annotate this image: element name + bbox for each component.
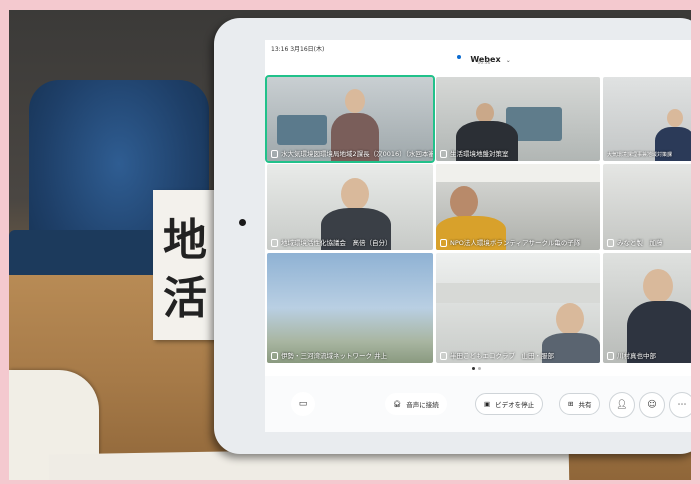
tile-label: NPO法人環境ボランティアサークル亀の子隊: [440, 237, 580, 247]
nameplate-char-1: 地: [163, 215, 207, 266]
chat-icon[interactable]: ▭: [291, 392, 315, 416]
tablet-device: 13:16 3月16日(木) Webex ⌄ 00:36 水大気環境図環境局地域…: [214, 18, 691, 454]
mic-icon: [440, 352, 447, 360]
audio-button[interactable]: 🎧︎ 音声に接続: [385, 393, 447, 415]
nameplate-char-2: 活: [163, 273, 207, 324]
video-label: ビデオを停止: [495, 401, 535, 409]
share-label: 共有: [578, 401, 592, 409]
tablet-screen: 13:16 3月16日(木) Webex ⌄ 00:36 水大気環境図環境局地域…: [265, 40, 691, 432]
mic-icon: [607, 239, 614, 247]
chevron-down-icon: ⌄: [505, 56, 511, 64]
page-indicator[interactable]: [472, 367, 481, 370]
video-tile[interactable]: 半田こどもエコクラブ 山田・服部: [436, 253, 600, 363]
tile-label: 半田こどもエコクラブ 山田・服部: [440, 350, 554, 360]
mic-icon: [271, 150, 278, 158]
mic-icon: [440, 150, 447, 158]
video-camera-icon: ▣: [484, 400, 491, 408]
share-button[interactable]: ⊞ 共有: [559, 393, 601, 415]
video-tile[interactable]: NPO法人環境ボランティアサークル亀の子隊: [436, 164, 600, 250]
tile-label: 大気環境課理事兼地域対策課: [607, 152, 673, 158]
tile-label: 伊勢・三河湾流域ネットワーク 井上: [271, 350, 387, 360]
mic-icon: [607, 352, 614, 360]
tile-label: 生活環境地盤対策室: [440, 148, 509, 158]
audio-label: 音声に接続: [406, 401, 439, 409]
participants-icon[interactable]: 👤︎: [609, 392, 635, 418]
reactions-icon[interactable]: ☺: [639, 392, 665, 418]
tile-label: 地域環境活性化協議会 髙倍（自分）: [271, 237, 392, 247]
video-grid: 水大気環境図環境局地域2課長（次0016）（水回本審員） 生活環境地盤対策室 大…: [265, 75, 691, 374]
webex-logo-icon: [457, 55, 462, 59]
mic-icon: [271, 239, 278, 247]
video-tile[interactable]: 大気環境課理事兼地域対策課: [603, 77, 691, 161]
meeting-timer: 00:36: [477, 61, 491, 66]
tile-label: みなと製 加藤: [607, 237, 663, 247]
name-plate: 地 活: [153, 190, 217, 340]
video-tile[interactable]: 地域環境活性化協議会 髙倍（自分）: [267, 164, 433, 250]
video-tile[interactable]: 伊勢・三河湾流域ネットワーク 井上: [267, 253, 433, 363]
video-tile[interactable]: 水大気環境図環境局地域2課長（次0016）（水回本審員）: [265, 75, 435, 163]
tile-label: 水大気環境図環境局地域2課長（次0016）（水回本審員）: [271, 148, 433, 158]
mic-icon: [440, 239, 447, 247]
video-button[interactable]: ▣ ビデオを停止: [475, 393, 544, 415]
video-tile[interactable]: 生活環境地盤対策室: [436, 77, 600, 161]
headset-icon: 🎧︎: [393, 400, 402, 408]
more-options-icon[interactable]: ⋯: [669, 392, 691, 418]
meeting-controls: ▭ 🎧︎ 音声に接続 ▣ ビデオを停止 ⊞ 共有 👤︎ ☺ ⋯: [265, 376, 691, 432]
app-header: Webex ⌄ 00:36: [265, 40, 691, 72]
photo-background: 地 活 13:16 3月16日(木) Webex ⌄ 00:36 水大気環境図環…: [9, 10, 691, 480]
share-icon: ⊞: [568, 400, 574, 408]
video-tile[interactable]: みなと製 加藤: [603, 164, 691, 250]
mic-icon: [271, 352, 278, 360]
video-tile[interactable]: 川村真也中部: [603, 253, 691, 363]
tile-label: 川村真也中部: [607, 350, 656, 360]
camera-icon: [239, 219, 246, 226]
